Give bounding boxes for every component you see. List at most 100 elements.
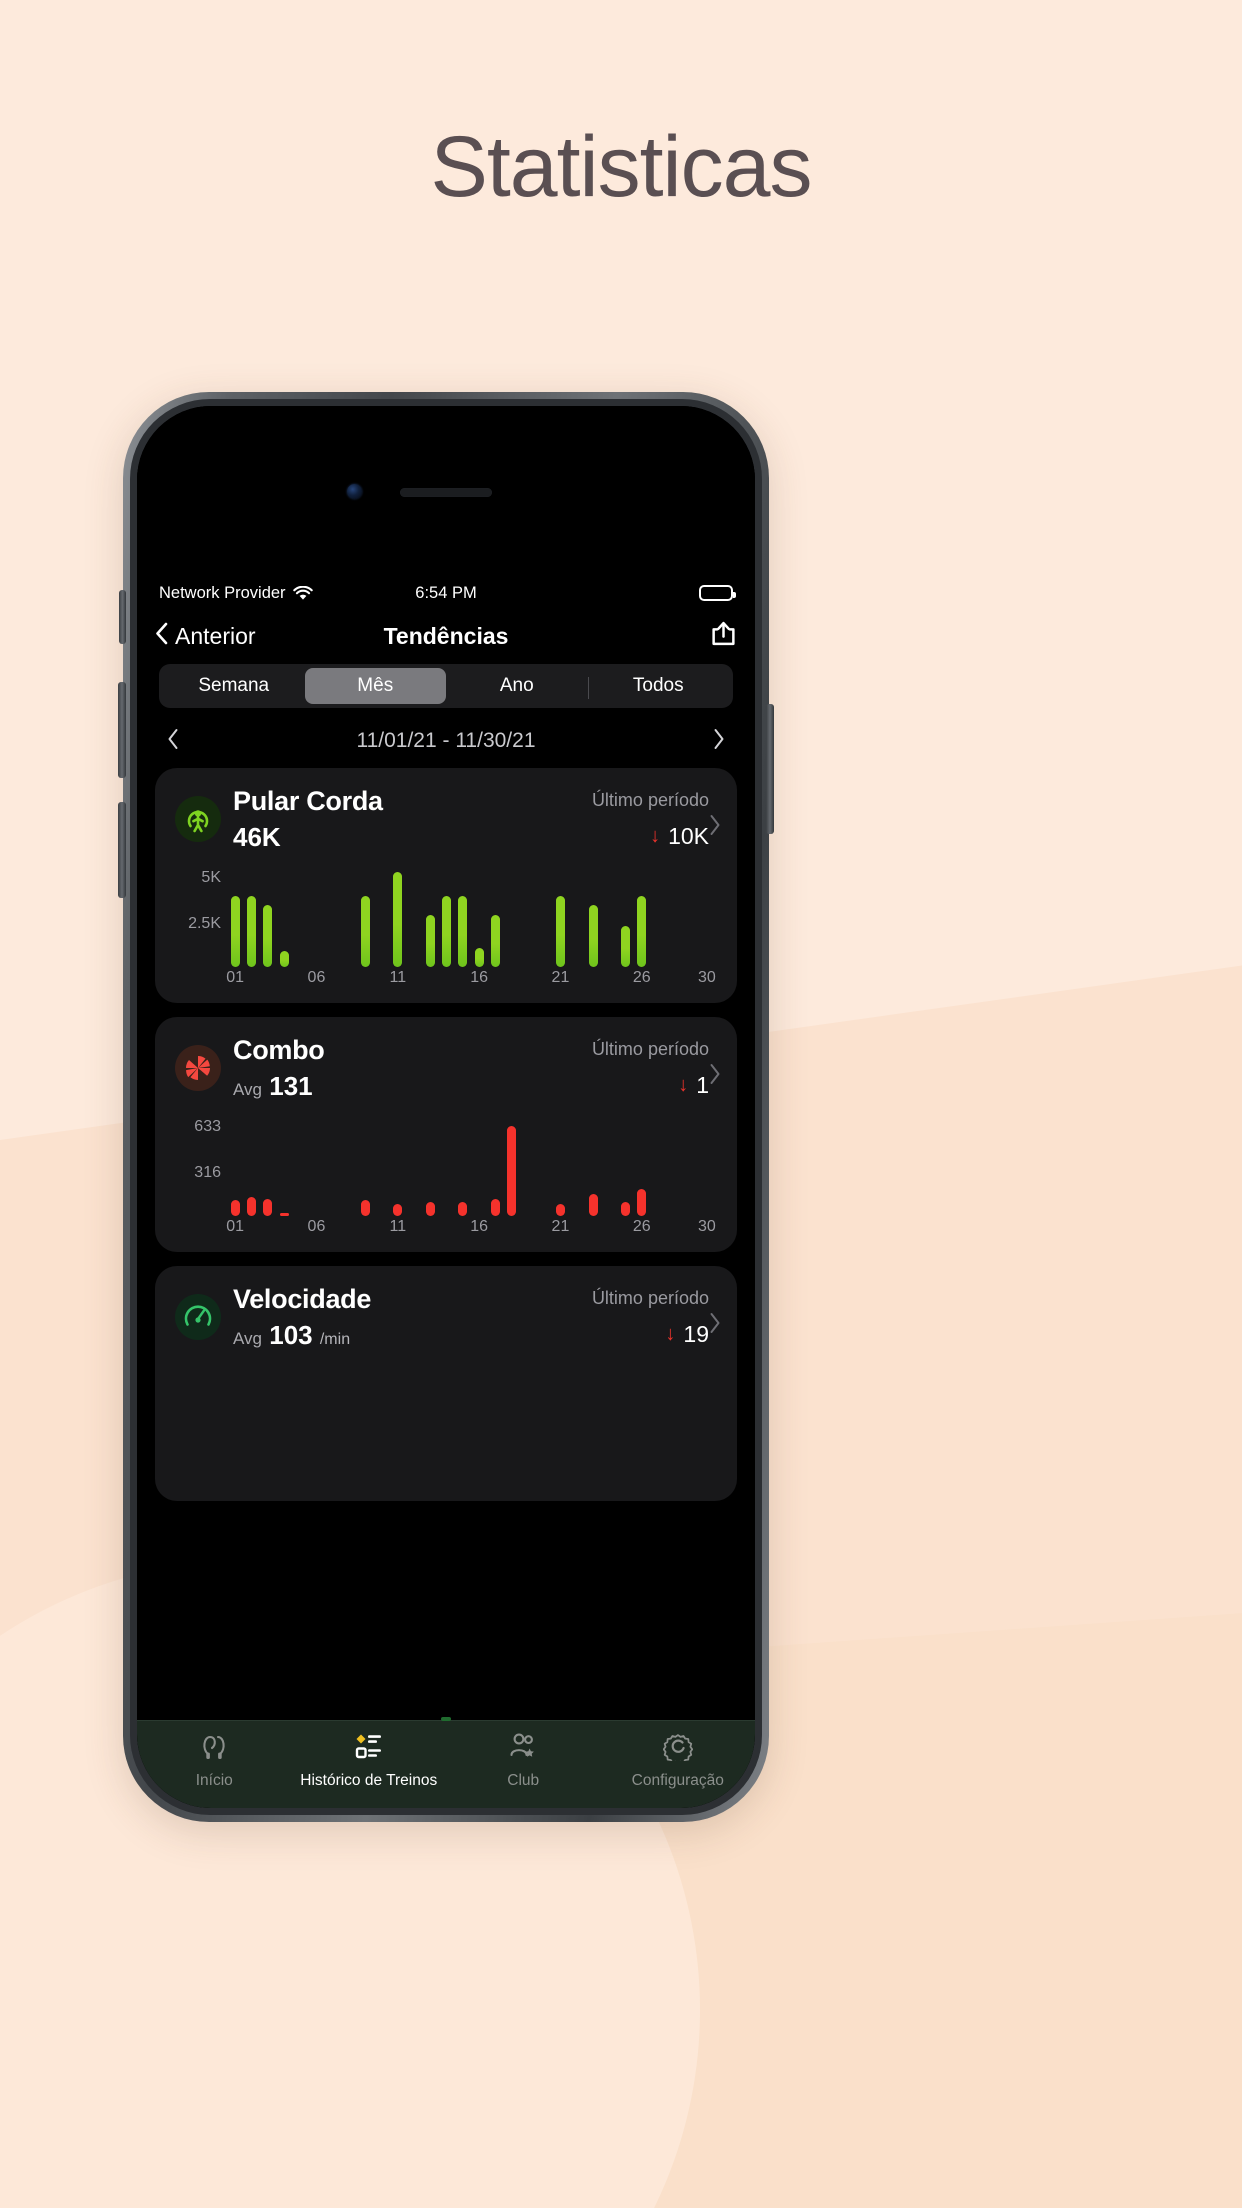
period-segmented-control[interactable]: Semana Mês Ano Todos [159, 664, 733, 708]
tab-club[interactable]: Club [446, 1731, 601, 1790]
card-delta-block: Último período ↓ 19 [592, 1284, 709, 1348]
x-tick-label: 26 [632, 969, 651, 986]
chart-bar [393, 1203, 403, 1216]
stat-card-velocidade[interactable]: Velocidade Avg 103 /min Último período ↓… [155, 1266, 737, 1501]
chevron-right-icon[interactable] [709, 814, 721, 841]
chevron-right-icon[interactable] [709, 1063, 721, 1090]
volume-up-button[interactable] [118, 682, 126, 778]
wifi-icon [292, 585, 313, 601]
battery-icon [699, 585, 737, 601]
card-header: Velocidade Avg 103 /min Último período ↓… [175, 1284, 720, 1351]
app-screen: Network Provider 6:54 PM Anterior Tendên… [137, 406, 755, 1808]
chart-bar [425, 915, 435, 967]
card-title: Combo [233, 1035, 325, 1065]
chart-bar [637, 1188, 647, 1216]
arrow-down-icon: ↓ [665, 1323, 676, 1345]
segment-ano[interactable]: Ano [446, 668, 588, 704]
stat-card-combo[interactable]: Combo Avg 131 Último período ↓ 1 633 316… [155, 1017, 737, 1252]
volume-down-button[interactable] [118, 802, 126, 898]
status-bar-left: Network Provider [159, 584, 415, 603]
chart-bar [360, 1200, 370, 1216]
gear-icon [662, 1731, 693, 1766]
chart-plot-area [227, 867, 715, 967]
chart-bar [588, 1193, 598, 1216]
delta-value: 10K [668, 823, 709, 849]
card-value-prefix: Avg [233, 1329, 262, 1348]
chart-bar [279, 950, 289, 967]
back-button[interactable]: Anterior [155, 622, 384, 651]
chart-bar [588, 905, 598, 967]
page-title: Tendências [383, 622, 509, 649]
x-tick-label: 21 [551, 1218, 570, 1235]
mute-switch[interactable] [119, 590, 126, 644]
status-bar-time: 6:54 PM [415, 583, 477, 602]
card-header: Combo Avg 131 Último período ↓ 1 [175, 1035, 720, 1102]
x-tick-label: 01 [226, 969, 245, 986]
date-range-label: 11/01/21 - 11/30/21 [356, 729, 536, 752]
card-delta-block: Último período ↓ 10K [592, 786, 709, 850]
chart-bar [637, 895, 647, 967]
tab-label: Histórico de Treinos [300, 1772, 438, 1789]
status-bar: Network Provider 6:54 PM [137, 576, 755, 610]
tab-bar[interactable]: Início Histórico de Treinos Club Configu… [137, 1717, 756, 1808]
carrier-label: Network Provider [159, 583, 286, 602]
earpiece-speaker [400, 488, 492, 497]
card-value-number: 131 [269, 1071, 313, 1101]
chart-velocidade [175, 1365, 717, 1487]
arrow-down-icon: ↓ [678, 1074, 689, 1096]
x-tick-label: 01 [226, 1218, 245, 1235]
back-button-label: Anterior [175, 622, 256, 649]
chart-bar [279, 1213, 289, 1216]
share-icon [710, 620, 737, 652]
club-members-icon [508, 1731, 538, 1766]
x-tick-label: 21 [551, 969, 570, 986]
speedometer-icon [175, 1294, 221, 1340]
combo-shutter-icon [175, 1045, 221, 1091]
stat-card-pular-corda[interactable]: Pular Corda 46K Último período ↓ 10K 5K … [155, 768, 737, 1003]
tab-label: Club [507, 1772, 540, 1789]
status-bar-right [477, 585, 737, 601]
chart-bar [621, 925, 631, 967]
x-tick-label: 30 [697, 1218, 716, 1235]
chevron-right-icon[interactable] [709, 1312, 721, 1339]
delta-value-row: ↓ 1 [592, 1072, 709, 1099]
stats-card-list[interactable]: Pular Corda 46K Último período ↓ 10K 5K … [137, 768, 755, 1754]
tab-historico-de-treinos[interactable]: Histórico de Treinos [292, 1731, 447, 1790]
tab-inicio[interactable]: Início [137, 1731, 292, 1790]
share-button[interactable] [508, 620, 737, 652]
power-button[interactable] [766, 704, 774, 834]
tab-label: Início [195, 1772, 233, 1789]
chart-bar [393, 872, 403, 967]
chart-bar [458, 895, 468, 967]
card-text: Velocidade Avg 103 /min [233, 1284, 592, 1351]
date-range-nav: 11/01/21 - 11/30/21 [155, 714, 737, 768]
period-label: Último período [591, 1039, 709, 1059]
x-tick-label: 16 [470, 969, 489, 986]
segment-mes[interactable]: Mês [304, 668, 446, 704]
card-value: Avg 131 [233, 1071, 592, 1102]
card-value: Avg 103 /min [233, 1320, 592, 1351]
date-prev-button[interactable] [167, 728, 179, 755]
card-value-unit: /min [319, 1331, 351, 1348]
x-tick-label: 30 [697, 969, 716, 986]
card-delta-block: Último período ↓ 1 [592, 1035, 709, 1099]
segment-semana[interactable]: Semana [163, 668, 305, 704]
delta-value-row: ↓ 19 [592, 1321, 709, 1348]
page-headline: Statisticas [430, 119, 813, 215]
x-tick-label: 06 [307, 969, 326, 986]
chart-bar [360, 895, 370, 967]
date-next-button[interactable] [713, 728, 725, 755]
chart-bar [425, 1201, 435, 1216]
card-text: Combo Avg 131 [233, 1035, 592, 1102]
chart-bar [556, 1203, 566, 1216]
tab-indicator [441, 1717, 451, 1721]
delta-value: 1 [696, 1072, 709, 1098]
jump-rope-tab-icon [199, 1731, 229, 1766]
chart-bar [263, 1198, 273, 1216]
tab-label: Configuração [631, 1772, 724, 1789]
y-tick-label: 316 [194, 1164, 221, 1181]
chart-bar [491, 1198, 500, 1216]
chart-bar [263, 904, 273, 967]
tab-configuracao[interactable]: Configuração [601, 1731, 756, 1790]
segment-todos[interactable]: Todos [587, 668, 730, 704]
